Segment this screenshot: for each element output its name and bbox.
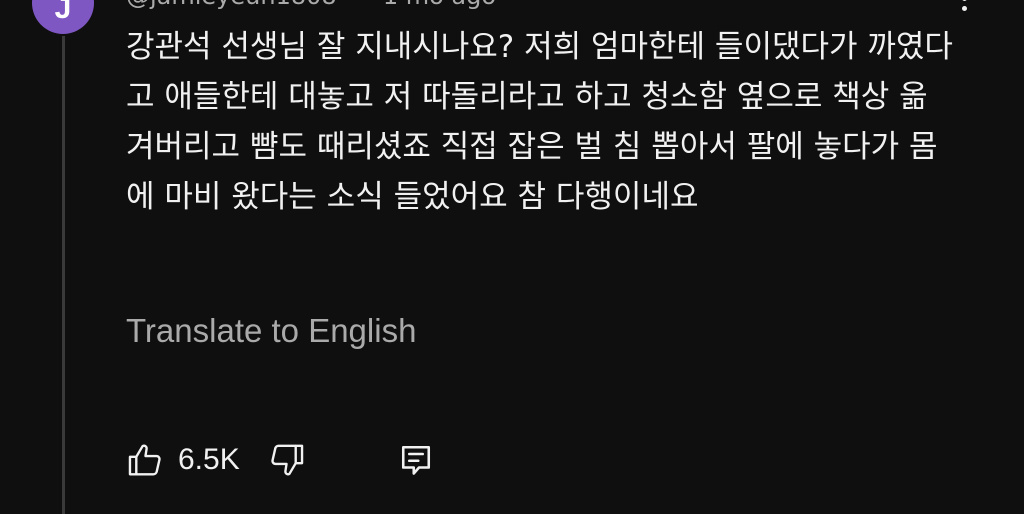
comment-thread: J @jamieyeun1808 • 1 mo ago 강관석 선생님 잘 지내시나… [0,0,1024,514]
like-button[interactable] [126,441,164,479]
more-options-button[interactable] [952,0,976,20]
avatar[interactable]: J [32,0,94,34]
comment-meta: @jamieyeun1808 • 1 mo ago [126,0,496,10]
more-vertical-icon [961,0,967,1]
more-vertical-icon-dot [961,6,967,11]
thread-line [62,36,65,514]
comment-reply-icon [398,441,434,479]
thumbs-up-icon [126,441,164,479]
like-count: 6.5K [178,443,240,476]
translate-button[interactable]: Translate to English [126,312,416,350]
comment-text: 강관석 선생님 잘 지내시나요? 저희 엄마한테 들이댔다가 까였다고 애들한테… [126,29,953,215]
dislike-button[interactable] [268,441,306,479]
meta-separator: • [353,0,367,10]
author-name[interactable]: @jamieyeun1808 [126,0,337,10]
thumbs-down-icon [268,441,306,479]
avatar-letter: J [54,0,72,25]
timestamp[interactable]: 1 mo ago [383,0,496,10]
comment-actions: 6.5K [126,436,434,484]
reply-button[interactable] [398,441,434,479]
